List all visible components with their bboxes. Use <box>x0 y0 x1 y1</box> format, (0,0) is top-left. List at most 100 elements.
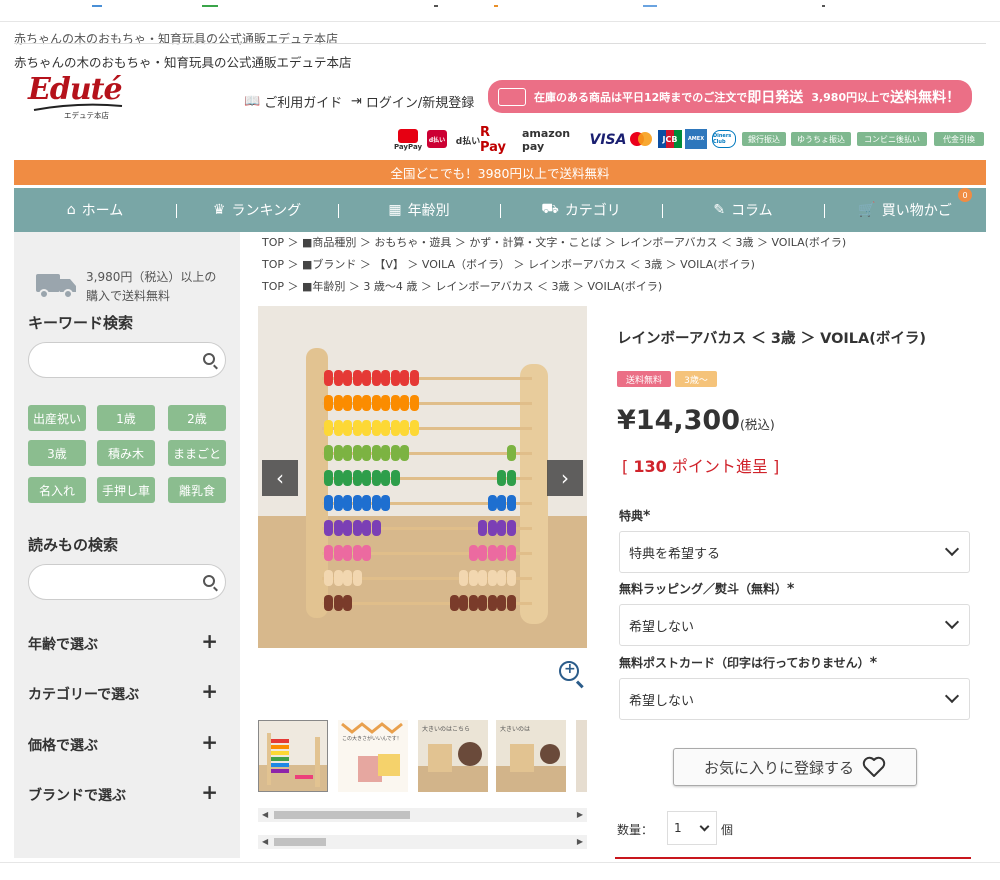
login-link[interactable]: ⇥ ログイン/新規登録 <box>351 92 474 111</box>
abacus-bead <box>390 470 400 486</box>
tag-birth-gift[interactable]: 出産祝い <box>28 405 86 431</box>
nav-ranking[interactable]: ♛ ランキング <box>176 200 338 220</box>
option-wrapping-value: 希望しない <box>629 619 695 635</box>
abacus-bead <box>352 445 362 461</box>
search-icon[interactable] <box>203 575 215 587</box>
abacus-bead <box>352 495 362 511</box>
thumbnail-2[interactable]: この大きさがいいんです！ <box>338 720 408 792</box>
thumbnail-4[interactable]: 大きいのは <box>496 720 566 792</box>
sidebar: 3,980円（税込）以上の 購入で送料無料 キーワード検索 出産祝い 1歳 2歳… <box>14 232 240 858</box>
scroll-left-icon[interactable]: ◀ <box>262 810 268 819</box>
diners-logo: Diners Club <box>712 130 736 148</box>
product-main-image[interactable] <box>258 306 587 648</box>
scroll-left-icon[interactable]: ◀ <box>262 837 268 846</box>
cart-count-badge: 0 <box>958 188 972 202</box>
required-mark: * <box>787 581 795 597</box>
tax-note: (税込) <box>739 417 775 432</box>
abacus-bead <box>333 495 343 511</box>
option-bonus-select[interactable]: 特典を希望する <box>619 531 970 573</box>
site-logo[interactable]: Eduté エデュテ本店 <box>28 72 128 122</box>
abacus-bead <box>352 520 362 536</box>
image-prev-button[interactable]: ‹ <box>262 460 298 496</box>
abacus-bead <box>478 570 487 586</box>
accordion-price[interactable]: 価格で選ぶ + <box>28 732 218 755</box>
abacus-bead <box>478 545 487 561</box>
nav-home[interactable]: ⌂ ホーム <box>14 200 176 220</box>
abacus-bead <box>497 520 506 536</box>
abacus-bead <box>381 495 390 511</box>
accordion-age[interactable]: 年齢で選ぶ + <box>28 629 218 654</box>
abacus-bead <box>506 595 516 611</box>
abacus-bead <box>400 370 409 386</box>
abacus-bead <box>324 570 333 586</box>
thumbnail-5[interactable] <box>576 720 587 792</box>
abacus-bead <box>324 420 333 436</box>
abacus-bead <box>497 495 506 511</box>
abacus-bead <box>362 420 371 436</box>
accordion-brand[interactable]: ブランドで選ぶ + <box>28 782 218 805</box>
thumbnail-bunting-icon <box>341 722 403 782</box>
promo-text-3: 3,980円以上で <box>811 90 891 104</box>
abacus-bead <box>371 495 381 511</box>
tag-name-engraving[interactable]: 名入れ <box>28 477 86 503</box>
option-postcard-label: 無料ポストカード（印字は行っておりません）* <box>619 655 878 671</box>
tag-1yr[interactable]: 1歳 <box>97 405 155 431</box>
add-to-cart-button-edge[interactable] <box>615 857 971 859</box>
image-next-button[interactable]: › <box>547 460 583 496</box>
tag-pretend-play[interactable]: ままごと <box>168 440 226 466</box>
calendar-icon: ▦ <box>388 202 402 218</box>
abacus-bead <box>468 545 478 561</box>
abacus-bead <box>487 520 497 536</box>
tag-2yr[interactable]: 2歳 <box>168 405 226 431</box>
abacus-bead <box>324 470 333 486</box>
logo-subtitle: エデュテ本店 <box>64 111 109 120</box>
plus-icon: + <box>201 629 218 653</box>
breadcrumb-2[interactable]: TOP ＞ ■ブランド ＞ 【V】 ＞ VOILA（ボイラ） ＞ レインボーアバ… <box>262 256 755 272</box>
abacus-bead <box>478 520 487 536</box>
abacus-bead <box>506 470 516 486</box>
scrollbar-thumb[interactable] <box>274 838 326 846</box>
keyword-search-input[interactable] <box>28 342 226 378</box>
add-to-favorites-button[interactable]: お気に入りに登録する <box>673 748 917 786</box>
nav-cart[interactable]: 🛒 買い物かご 0 <box>824 188 986 220</box>
free-shipping-banner[interactable]: 全国どこでも！3980円以上で送料無料 <box>14 160 986 185</box>
abacus-bead <box>352 545 362 561</box>
abacus-bead <box>343 420 352 436</box>
nav-age[interactable]: ▦ 年齢別 <box>338 200 500 220</box>
nav-category[interactable]: ⛟ カテゴリ <box>500 200 662 220</box>
scroll-right-icon[interactable]: ▶ <box>577 810 583 819</box>
thumbnail-1[interactable] <box>258 720 328 792</box>
login-link-label: ログイン/新規登録 <box>365 96 475 111</box>
option-postcard-select[interactable]: 希望しない <box>619 678 970 720</box>
abacus-bead <box>497 470 506 486</box>
option-wrapping-select[interactable]: 希望しない <box>619 604 970 646</box>
price-value: ¥14,300 <box>617 405 740 436</box>
image-scrollbar[interactable]: ◀ ▶ <box>258 835 587 849</box>
reading-search-input[interactable] <box>28 564 226 600</box>
abacus-bead <box>324 445 333 461</box>
abacus-bead <box>362 520 371 536</box>
scroll-right-icon[interactable]: ▶ <box>577 837 583 846</box>
tag-weaning[interactable]: 離乳食 <box>168 477 226 503</box>
tag-3yr[interactable]: 3歳 <box>28 440 86 466</box>
same-day-shipping-banner[interactable]: 在庫のある商品は平日12時までのご注文で 即日発送 3,980円以上で 送料無料… <box>488 80 972 113</box>
quantity-select[interactable]: 1 <box>667 811 717 845</box>
thumbnail-scrollbar[interactable]: ◀ ▶ <box>258 808 587 822</box>
cart-icon: 🛒 <box>858 202 876 218</box>
guide-link[interactable]: 📖 ご利用ガイド <box>244 92 342 111</box>
option-bonus-label: 特典* <box>619 508 651 524</box>
tag-push-cart[interactable]: 手押し車 <box>97 477 155 503</box>
nav-column[interactable]: ✎ コラム <box>662 200 824 220</box>
nav-category-label: カテゴリ <box>564 203 621 219</box>
breadcrumb-3[interactable]: TOP ＞ ■年齢別 ＞ 3 歳～4 歳 ＞ レインボーアバカス ＜ 3歳 ＞ … <box>262 278 662 294</box>
thumbnail-3[interactable]: 大きいのはこちら <box>418 720 488 792</box>
scrollbar-thumb[interactable] <box>274 811 410 819</box>
quantity-label: 数量： <box>617 823 654 837</box>
search-icon[interactable] <box>203 353 215 365</box>
payment-badge-bank: 銀行振込 <box>742 132 786 146</box>
accordion-category[interactable]: カテゴリーで選ぶ + <box>28 681 218 704</box>
tag-blocks[interactable]: 積み木 <box>97 440 155 466</box>
accordion-brand-label: ブランドで選ぶ <box>28 788 126 804</box>
breadcrumb-1[interactable]: TOP ＞ ■商品種別 ＞ おもちゃ・遊具 ＞ かず・計算・文字・ことば ＞ レ… <box>262 234 846 250</box>
zoom-icon[interactable]: + <box>559 661 579 681</box>
